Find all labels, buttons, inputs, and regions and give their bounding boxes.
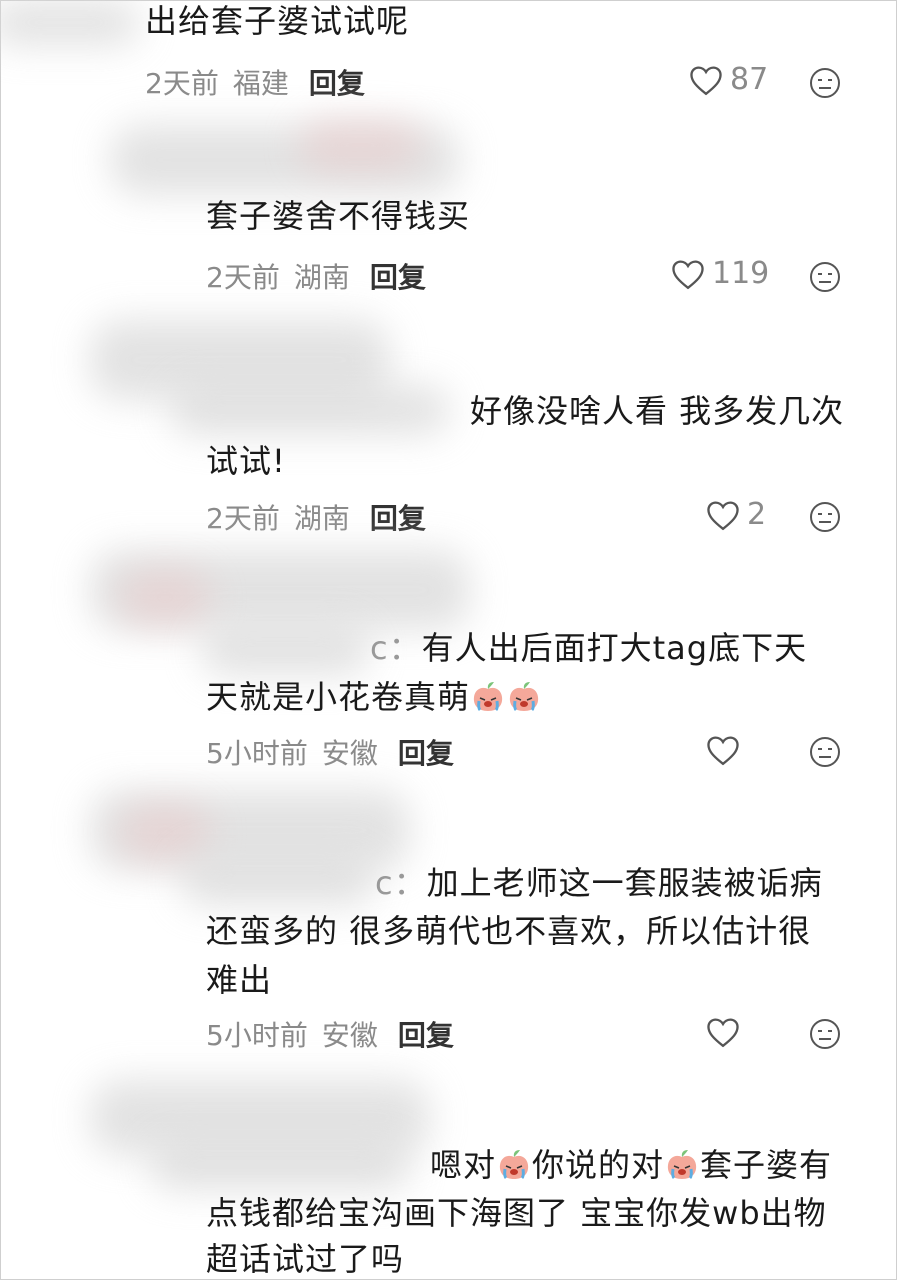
like-count: 119 bbox=[712, 256, 770, 291]
comment-text: 点钱都给宝沟画下海图了 宝宝你发wb出物 bbox=[206, 1194, 827, 1232]
like-count: 2 bbox=[747, 497, 767, 532]
emoji-face-icon[interactable] bbox=[808, 500, 842, 534]
like-button[interactable]: 2 bbox=[705, 497, 766, 532]
comment-text: 还蛮多的 很多萌代也不喜欢，所以估计很 bbox=[206, 912, 812, 950]
crying-peach-emoji bbox=[509, 682, 539, 712]
like-count: 87 bbox=[730, 62, 769, 97]
blurred-username bbox=[180, 855, 375, 905]
comment-time: 2天前 bbox=[145, 67, 219, 100]
emoji-face-icon[interactable] bbox=[808, 735, 842, 769]
like-button[interactable]: 119 bbox=[670, 256, 769, 291]
comment-text-segment: 嗯对 bbox=[430, 1146, 497, 1184]
heart-outline-icon bbox=[707, 1018, 739, 1048]
comment-text: 试试! bbox=[206, 442, 286, 480]
blurred-avatar bbox=[120, 805, 210, 860]
comment-text: 嗯对 你说的对 套子婆有 bbox=[430, 1140, 832, 1190]
comment-time: 5小时前 bbox=[206, 1019, 308, 1052]
comment-text: 难出 bbox=[206, 961, 273, 999]
reply-button[interactable]: 回复 bbox=[370, 261, 426, 294]
comment-time: 2天前 bbox=[206, 261, 280, 294]
comment-text-line: 天就是小花卷真萌 bbox=[206, 678, 471, 716]
comment-text-line: 加上老师这一套服装被诟病 bbox=[426, 864, 823, 902]
comment-region: 湖南 bbox=[293, 261, 350, 294]
comment-text-segment: 你说的对 bbox=[532, 1146, 665, 1184]
emoji-face-icon[interactable] bbox=[808, 1017, 842, 1051]
reply-button[interactable]: 回复 bbox=[309, 67, 365, 100]
heart-outline-icon bbox=[707, 500, 739, 530]
heart-outline-icon bbox=[672, 259, 704, 289]
blurred-username bbox=[200, 625, 370, 675]
comment-region: 福建 bbox=[232, 67, 289, 100]
comment-time: 2天前 bbox=[206, 502, 280, 535]
comment-text: 套子婆舍不得钱买 bbox=[206, 197, 471, 235]
blurred-avatar bbox=[120, 570, 210, 625]
comment-text: c：加上老师这一套服装被诟病 bbox=[375, 858, 823, 908]
comment-meta: 2天前 湖南 回复 bbox=[206, 256, 426, 296]
comment-meta: 2天前 湖南 回复 bbox=[206, 497, 426, 537]
comment-text: 出给套子婆试试呢 bbox=[145, 2, 410, 40]
blurred-avatar bbox=[300, 120, 420, 170]
crying-peach-emoji bbox=[473, 682, 503, 712]
comment-region: 安徽 bbox=[321, 1019, 378, 1052]
comment-text: 超话试过了吗 bbox=[206, 1240, 405, 1278]
comment-text-line: 有人出后面打大tag底下天 bbox=[421, 629, 808, 667]
crying-peach-emoji bbox=[667, 1150, 697, 1180]
blurred-username bbox=[150, 1140, 410, 1190]
emoji-face-icon[interactable] bbox=[808, 260, 842, 294]
comment-meta: 5小时前 安徽 回复 bbox=[206, 1014, 454, 1054]
comment-text-segment: 套子婆有 bbox=[700, 1146, 833, 1184]
like-button[interactable]: 87 bbox=[688, 62, 768, 97]
reply-button[interactable]: 回复 bbox=[370, 502, 426, 535]
like-button[interactable] bbox=[705, 734, 747, 766]
heart-outline-icon bbox=[707, 736, 739, 766]
comment-text: 天就是小花卷真萌 bbox=[206, 672, 542, 722]
emoji-face-icon[interactable] bbox=[808, 66, 842, 100]
reply-button[interactable]: 回复 bbox=[398, 1019, 454, 1052]
like-button[interactable] bbox=[705, 1016, 747, 1048]
crying-peach-emoji bbox=[499, 1150, 529, 1180]
comment-meta: 2天前 福建 回复 bbox=[145, 62, 365, 102]
username-fragment: c： bbox=[370, 629, 422, 667]
blurred-username bbox=[170, 385, 450, 435]
reply-button[interactable]: 回复 bbox=[398, 737, 454, 770]
heart-outline-icon bbox=[690, 65, 722, 95]
comment-time: 5小时前 bbox=[206, 737, 308, 770]
comment-region: 安徽 bbox=[321, 737, 378, 770]
comment-meta: 5小时前 安徽 回复 bbox=[206, 732, 454, 772]
comment-region: 湖南 bbox=[293, 502, 350, 535]
comment-text: 好像没啥人看 我多发几次 bbox=[470, 392, 845, 430]
username-fragment: c： bbox=[375, 864, 427, 902]
comment-text: c：有人出后面打大tag底下天 bbox=[370, 623, 807, 673]
blurred-avatar bbox=[0, 0, 140, 45]
